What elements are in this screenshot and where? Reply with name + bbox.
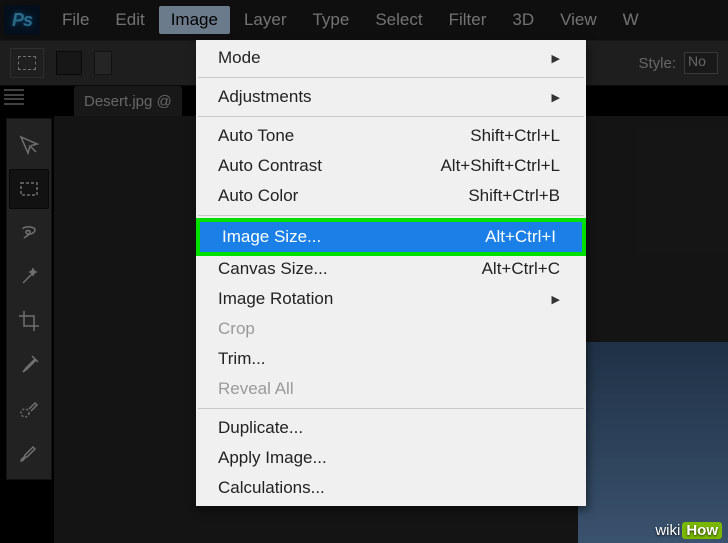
menu-item-auto-tone[interactable]: Auto Tone Shift+Ctrl+L bbox=[196, 121, 586, 151]
options-right-group: Style: No bbox=[630, 52, 718, 74]
menu-item-label: Apply Image... bbox=[218, 448, 327, 468]
wikihow-watermark: wikiHow bbox=[655, 522, 722, 539]
menu-item-shortcut: Shift+Ctrl+L bbox=[470, 126, 560, 146]
tool-brush[interactable] bbox=[9, 433, 49, 473]
watermark-wiki: wiki bbox=[655, 522, 680, 539]
menu-item-adjustments[interactable]: Adjustments ▶ bbox=[196, 82, 586, 112]
menu-item-shortcut: Alt+Ctrl+C bbox=[482, 259, 560, 279]
tool-crop[interactable] bbox=[9, 301, 49, 341]
menu-item-auto-contrast[interactable]: Auto Contrast Alt+Shift+Ctrl+L bbox=[196, 151, 586, 181]
menu-item-crop: Crop bbox=[196, 314, 586, 344]
menu-separator bbox=[198, 116, 584, 117]
menu-item-mode[interactable]: Mode ▶ bbox=[196, 43, 586, 73]
menu-item-auto-color[interactable]: Auto Color Shift+Ctrl+B bbox=[196, 181, 586, 211]
watermark-how: How bbox=[682, 522, 722, 539]
tool-eyedropper[interactable] bbox=[9, 345, 49, 385]
submenu-arrow-icon: ▶ bbox=[552, 293, 560, 306]
tools-panel bbox=[6, 118, 52, 480]
menu-item-apply-image[interactable]: Apply Image... bbox=[196, 443, 586, 473]
crop-icon bbox=[17, 309, 41, 333]
highlight-frame: Image Size... Alt+Ctrl+I bbox=[196, 218, 586, 256]
menu-item-filter[interactable]: Filter bbox=[437, 6, 499, 34]
options-swatch-dark[interactable] bbox=[56, 51, 82, 75]
menu-item-label: Auto Tone bbox=[218, 126, 294, 146]
menu-item-label: Reveal All bbox=[218, 379, 294, 399]
submenu-arrow-icon: ▶ bbox=[552, 52, 560, 65]
menu-item-layer[interactable]: Layer bbox=[232, 6, 299, 34]
tool-healing-brush[interactable] bbox=[9, 389, 49, 429]
menu-item-shortcut: Shift+Ctrl+B bbox=[468, 186, 560, 206]
menu-item-w[interactable]: W bbox=[611, 6, 651, 34]
menu-item-canvas-size[interactable]: Canvas Size... Alt+Ctrl+C bbox=[196, 254, 586, 284]
menu-item-label: Image Rotation bbox=[218, 289, 333, 309]
app-logo: Ps bbox=[4, 5, 40, 35]
tool-magic-wand[interactable] bbox=[9, 257, 49, 297]
menu-item-select[interactable]: Select bbox=[363, 6, 434, 34]
menu-separator bbox=[198, 77, 584, 78]
marquee-icon bbox=[17, 177, 41, 201]
menu-item-label: Mode bbox=[218, 48, 261, 68]
menu-item-3d[interactable]: 3D bbox=[500, 6, 546, 34]
menu-item-label: Trim... bbox=[218, 349, 266, 369]
tool-marquee[interactable] bbox=[9, 169, 49, 209]
menu-item-calculations[interactable]: Calculations... bbox=[196, 473, 586, 503]
menu-separator bbox=[198, 408, 584, 409]
lasso-icon bbox=[17, 221, 41, 245]
menu-item-label: Adjustments bbox=[218, 87, 312, 107]
menu-item-reveal-all: Reveal All bbox=[196, 374, 586, 404]
menu-item-shortcut: Alt+Ctrl+I bbox=[485, 227, 556, 247]
options-swatch-inset[interactable] bbox=[94, 51, 112, 75]
menu-item-label: Auto Color bbox=[218, 186, 298, 206]
menu-item-label: Calculations... bbox=[218, 478, 325, 498]
style-select[interactable]: No bbox=[684, 52, 718, 74]
options-tool-preset[interactable] bbox=[10, 48, 44, 78]
menu-item-image[interactable]: Image bbox=[159, 6, 230, 34]
submenu-arrow-icon: ▶ bbox=[552, 91, 560, 104]
style-label: Style: bbox=[638, 55, 676, 72]
panel-grip-icon[interactable] bbox=[4, 88, 24, 106]
menu-item-file[interactable]: File bbox=[50, 6, 101, 34]
eyedropper-icon bbox=[17, 353, 41, 377]
menu-item-shortcut: Alt+Shift+Ctrl+L bbox=[440, 156, 560, 176]
menu-separator bbox=[198, 215, 584, 216]
menu-item-duplicate[interactable]: Duplicate... bbox=[196, 413, 586, 443]
marquee-icon bbox=[18, 56, 36, 70]
document-tab[interactable]: Desert.jpg @ bbox=[74, 86, 182, 116]
tool-lasso[interactable] bbox=[9, 213, 49, 253]
image-menu-dropdown: Mode▶Adjustments▶Auto ToneShift+Ctrl+LAu… bbox=[196, 40, 586, 506]
menu-item-label: Duplicate... bbox=[218, 418, 303, 438]
menu-item-image-size[interactable]: Image Size... Alt+Ctrl+I bbox=[200, 222, 582, 252]
menu-item-view[interactable]: View bbox=[548, 6, 609, 34]
menu-item-label: Auto Contrast bbox=[218, 156, 322, 176]
magic-wand-icon bbox=[17, 265, 41, 289]
menu-item-type[interactable]: Type bbox=[300, 6, 361, 34]
move-icon bbox=[17, 133, 41, 157]
menu-item-label: Canvas Size... bbox=[218, 259, 328, 279]
menu-item-label: Image Size... bbox=[222, 227, 321, 247]
menubar: Ps FileEditImageLayerTypeSelectFilter3DV… bbox=[0, 0, 728, 40]
tool-move[interactable] bbox=[9, 125, 49, 165]
menu-item-trim[interactable]: Trim... bbox=[196, 344, 586, 374]
healing-brush-icon bbox=[17, 397, 41, 421]
menu-item-edit[interactable]: Edit bbox=[103, 6, 156, 34]
menu-item-label: Crop bbox=[218, 319, 255, 339]
document-preview bbox=[578, 342, 728, 543]
menu-item-image-rotation[interactable]: Image Rotation ▶ bbox=[196, 284, 586, 314]
brush-icon bbox=[17, 441, 41, 465]
app-logo-text: Ps bbox=[12, 10, 32, 31]
